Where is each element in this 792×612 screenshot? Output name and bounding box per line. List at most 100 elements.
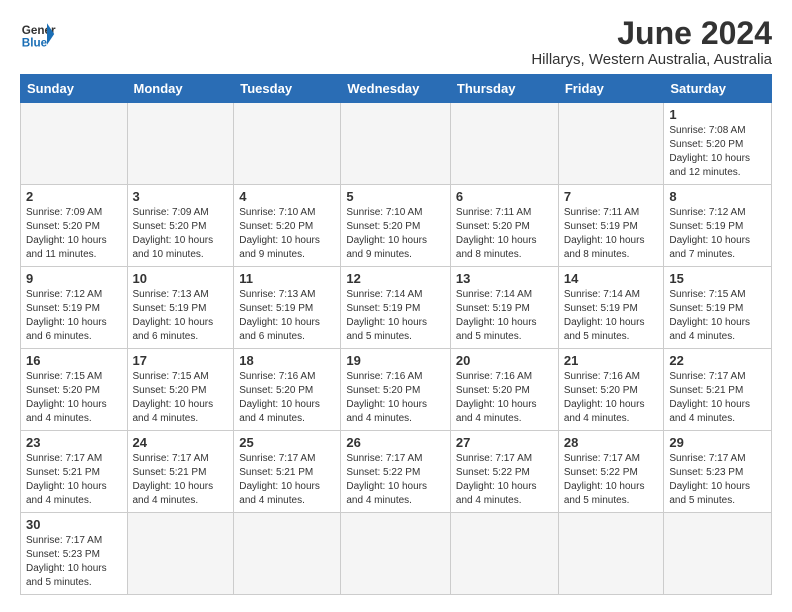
calendar-cell: 2 Sunrise: 7:09 AM Sunset: 5:20 PM Daylig… xyxy=(21,185,128,267)
day-header-thursday: Thursday xyxy=(450,75,558,103)
day-number: 9 xyxy=(26,271,122,286)
calendar-cell: 5 Sunrise: 7:10 AM Sunset: 5:20 PM Daylig… xyxy=(341,185,451,267)
day-info: Sunrise: 7:15 AM Sunset: 5:19 PM Dayligh… xyxy=(669,288,766,344)
day-number: 8 xyxy=(669,189,766,204)
calendar-cell: 23Sunrise: 7:17 AM Sunset: 5:21 PM Dayli… xyxy=(21,431,128,513)
day-number: 16 xyxy=(26,353,122,368)
day-info: Sunrise: 7:16 AM Sunset: 5:20 PM Dayligh… xyxy=(239,370,335,426)
day-info: Sunrise: 7:17 AM Sunset: 5:22 PM Dayligh… xyxy=(564,452,659,508)
day-info: Sunrise: 7:15 AM Sunset: 5:20 PM Dayligh… xyxy=(26,370,122,426)
day-info: Sunrise: 7:17 AM Sunset: 5:23 PM Dayligh… xyxy=(669,452,766,508)
day-info: Sunrise: 7:14 AM Sunset: 5:19 PM Dayligh… xyxy=(456,288,553,344)
calendar-cell: 30Sunrise: 7:17 AM Sunset: 5:23 PM Dayli… xyxy=(21,513,128,595)
day-info: Sunrise: 7:14 AM Sunset: 5:19 PM Dayligh… xyxy=(564,288,659,344)
calendar-cell: 1Sunrise: 7:08 AM Sunset: 5:20 PM Daylig… xyxy=(664,103,772,185)
calendar-cell: 15 Sunrise: 7:15 AM Sunset: 5:19 PM Dayli… xyxy=(664,267,772,349)
day-info: Sunrise: 7:15 AM Sunset: 5:20 PM Dayligh… xyxy=(133,370,229,426)
day-number: 21 xyxy=(564,353,659,368)
calendar-cell: 13 Sunrise: 7:14 AM Sunset: 5:19 PM Dayli… xyxy=(450,267,558,349)
calendar-cell: 28 Sunrise: 7:17 AM Sunset: 5:22 PM Dayli… xyxy=(558,431,664,513)
day-info: Sunrise: 7:14 AM Sunset: 5:19 PM Dayligh… xyxy=(346,288,445,344)
header: General Blue June 2024 Hillarys, Western… xyxy=(20,16,772,68)
calendar-cell xyxy=(450,513,558,595)
calendar-table: SundayMondayTuesdayWednesdayThursdayFrid… xyxy=(20,74,772,595)
day-headers-row: SundayMondayTuesdayWednesdayThursdayFrid… xyxy=(21,75,772,103)
day-number: 11 xyxy=(239,271,335,286)
calendar-cell: 21 Sunrise: 7:16 AM Sunset: 5:20 PM Dayli… xyxy=(558,349,664,431)
calendar-cell: 16 Sunrise: 7:15 AM Sunset: 5:20 PM Dayli… xyxy=(21,349,128,431)
day-info: Sunrise: 7:13 AM Sunset: 5:19 PM Dayligh… xyxy=(239,288,335,344)
day-info: Sunrise: 7:10 AM Sunset: 5:20 PM Dayligh… xyxy=(346,206,445,262)
calendar-cell: 6 Sunrise: 7:11 AM Sunset: 5:20 PM Daylig… xyxy=(450,185,558,267)
week-row-1: 2 Sunrise: 7:09 AM Sunset: 5:20 PM Daylig… xyxy=(21,185,772,267)
month-title: June 2024 xyxy=(531,16,772,51)
calendar-cell: 7 Sunrise: 7:11 AM Sunset: 5:19 PM Daylig… xyxy=(558,185,664,267)
calendar-cell: 12 Sunrise: 7:14 AM Sunset: 5:19 PM Dayli… xyxy=(341,267,451,349)
day-header-wednesday: Wednesday xyxy=(341,75,451,103)
day-info: Sunrise: 7:11 AM Sunset: 5:20 PM Dayligh… xyxy=(456,206,553,262)
calendar-cell xyxy=(558,103,664,185)
calendar-cell: 17Sunrise: 7:15 AM Sunset: 5:20 PM Dayli… xyxy=(127,349,234,431)
logo-icon: General Blue xyxy=(20,16,56,52)
day-number: 23 xyxy=(26,435,122,450)
day-info: Sunrise: 7:17 AM Sunset: 5:21 PM Dayligh… xyxy=(239,452,335,508)
day-number: 1 xyxy=(669,107,766,122)
day-number: 14 xyxy=(564,271,659,286)
day-info: Sunrise: 7:11 AM Sunset: 5:19 PM Dayligh… xyxy=(564,206,659,262)
day-info: Sunrise: 7:12 AM Sunset: 5:19 PM Dayligh… xyxy=(669,206,766,262)
day-number: 13 xyxy=(456,271,553,286)
calendar-cell: 20 Sunrise: 7:16 AM Sunset: 5:20 PM Dayli… xyxy=(450,349,558,431)
calendar-cell: 10Sunrise: 7:13 AM Sunset: 5:19 PM Dayli… xyxy=(127,267,234,349)
svg-text:Blue: Blue xyxy=(22,37,48,50)
calendar-cell xyxy=(341,103,451,185)
calendar-cell: 14 Sunrise: 7:14 AM Sunset: 5:19 PM Dayli… xyxy=(558,267,664,349)
day-number: 20 xyxy=(456,353,553,368)
day-info: Sunrise: 7:16 AM Sunset: 5:20 PM Dayligh… xyxy=(346,370,445,426)
calendar-cell: 24 Sunrise: 7:17 AM Sunset: 5:21 PM Dayli… xyxy=(127,431,234,513)
day-number: 5 xyxy=(346,189,445,204)
day-number: 26 xyxy=(346,435,445,450)
day-number: 15 xyxy=(669,271,766,286)
calendar-cell: 8 Sunrise: 7:12 AM Sunset: 5:19 PM Daylig… xyxy=(664,185,772,267)
calendar-cell: 26Sunrise: 7:17 AM Sunset: 5:22 PM Dayli… xyxy=(341,431,451,513)
calendar-cell xyxy=(234,103,341,185)
day-number: 28 xyxy=(564,435,659,450)
day-number: 7 xyxy=(564,189,659,204)
day-number: 2 xyxy=(26,189,122,204)
day-info: Sunrise: 7:09 AM Sunset: 5:20 PM Dayligh… xyxy=(133,206,229,262)
calendar-cell: 25 Sunrise: 7:17 AM Sunset: 5:21 PM Dayli… xyxy=(234,431,341,513)
calendar-cell xyxy=(450,103,558,185)
day-header-monday: Monday xyxy=(127,75,234,103)
calendar-cell xyxy=(21,103,128,185)
calendar-cell xyxy=(127,103,234,185)
day-header-tuesday: Tuesday xyxy=(234,75,341,103)
day-info: Sunrise: 7:12 AM Sunset: 5:19 PM Dayligh… xyxy=(26,288,122,344)
week-row-5: 30Sunrise: 7:17 AM Sunset: 5:23 PM Dayli… xyxy=(21,513,772,595)
day-number: 12 xyxy=(346,271,445,286)
day-number: 3 xyxy=(133,189,229,204)
day-info: Sunrise: 7:09 AM Sunset: 5:20 PM Dayligh… xyxy=(26,206,122,262)
calendar-cell: 27Sunrise: 7:17 AM Sunset: 5:22 PM Dayli… xyxy=(450,431,558,513)
calendar-cell: 18Sunrise: 7:16 AM Sunset: 5:20 PM Dayli… xyxy=(234,349,341,431)
day-number: 24 xyxy=(133,435,229,450)
calendar-cell: 11 Sunrise: 7:13 AM Sunset: 5:19 PM Dayli… xyxy=(234,267,341,349)
day-number: 25 xyxy=(239,435,335,450)
day-number: 27 xyxy=(456,435,553,450)
day-info: Sunrise: 7:17 AM Sunset: 5:23 PM Dayligh… xyxy=(26,534,122,590)
calendar-cell: 29Sunrise: 7:17 AM Sunset: 5:23 PM Dayli… xyxy=(664,431,772,513)
day-info: Sunrise: 7:16 AM Sunset: 5:20 PM Dayligh… xyxy=(456,370,553,426)
day-header-sunday: Sunday xyxy=(21,75,128,103)
calendar-cell xyxy=(127,513,234,595)
calendar-cell xyxy=(558,513,664,595)
day-number: 6 xyxy=(456,189,553,204)
week-row-3: 16 Sunrise: 7:15 AM Sunset: 5:20 PM Dayli… xyxy=(21,349,772,431)
day-info: Sunrise: 7:13 AM Sunset: 5:19 PM Dayligh… xyxy=(133,288,229,344)
day-header-friday: Friday xyxy=(558,75,664,103)
calendar-cell: 4Sunrise: 7:10 AM Sunset: 5:20 PM Daylig… xyxy=(234,185,341,267)
day-info: Sunrise: 7:17 AM Sunset: 5:21 PM Dayligh… xyxy=(133,452,229,508)
title-area: June 2024 Hillarys, Western Australia, A… xyxy=(531,16,772,68)
location-title: Hillarys, Western Australia, Australia xyxy=(531,51,772,68)
day-info: Sunrise: 7:17 AM Sunset: 5:21 PM Dayligh… xyxy=(669,370,766,426)
day-info: Sunrise: 7:16 AM Sunset: 5:20 PM Dayligh… xyxy=(564,370,659,426)
day-header-saturday: Saturday xyxy=(664,75,772,103)
